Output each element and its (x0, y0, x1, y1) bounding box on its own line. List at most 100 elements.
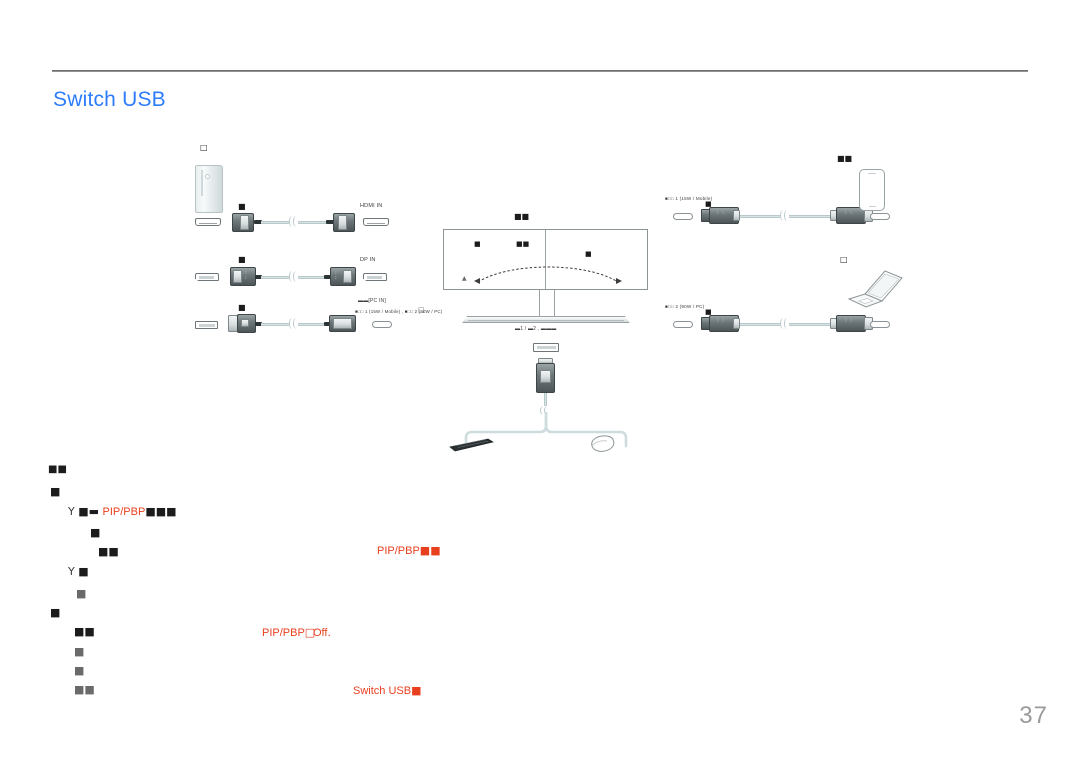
center-monitor-group: ■■ ■ ■■ ■ ▲ □ ▬1 / ▬2 , ▬▬▬ (418, 212, 660, 452)
monitor-marker: ■■ (514, 212, 530, 221)
monitor-usb-port-icon (533, 343, 559, 352)
mouse-icon (591, 435, 615, 452)
note-line: ■ (74, 664, 84, 677)
usbc-cable-break-2 (780, 318, 789, 329)
dp-plug-left-pins: :: (245, 270, 248, 281)
note-line: ■ (50, 606, 60, 619)
arrow-left-end-marker: ▲ (462, 275, 467, 282)
note-line: ■■ (98, 545, 119, 558)
screen-marker-left: ■ (474, 240, 481, 248)
note-segment: ■ (50, 485, 61, 498)
usbc-plug-collar-1 (733, 210, 740, 221)
pc-tower-icon (195, 165, 223, 213)
note-segment: ■■ (98, 545, 119, 558)
usbc-phone-port-icon (870, 213, 890, 220)
note-segment: ■▬ (74, 505, 103, 518)
pc-marker: □ (200, 143, 208, 152)
left-connection-group: □ ■ HDMI IN ■ :::: DP IN ■:: ▬▬[PC I… (190, 143, 442, 345)
inline-reference-text: PIP/PBP (262, 627, 305, 639)
usb-row-marker: ■ (238, 303, 246, 312)
page-number: 37 (1019, 702, 1048, 729)
monitor-stand-label: ▬1 / ▬2 , ▬▬▬ (515, 326, 557, 332)
usbc-plug-pins-1b: : : (845, 210, 853, 216)
hdmi-source-port-icon (195, 218, 221, 226)
note-segment: Y (68, 505, 75, 518)
note-line: Y ■▬ PIP/PBP■■■ (68, 505, 177, 518)
dp-target-port-icon (363, 273, 387, 281)
usb-cable-break-icon (289, 318, 298, 329)
usbc-port2-icon (673, 321, 693, 328)
inline-reference-suffix: . (327, 626, 331, 639)
inline-reference-text: Off (313, 627, 328, 639)
pc-in-label-line2: ■□□ 1 (15W / Mobile) , ■□□ 2 (90W / PC) (355, 309, 443, 314)
keyboard-icon (449, 438, 494, 452)
note-segment: ■■ (74, 683, 95, 696)
page-title: Switch USB (53, 88, 166, 111)
hdmi-target-port-icon (363, 218, 389, 226)
note-line: ■ (90, 526, 100, 539)
header-divider (52, 70, 1028, 72)
note-segment: ■ (50, 606, 61, 619)
note-line: ■ (74, 645, 84, 658)
dp-plug-right-pins: :: (335, 270, 338, 281)
note-segment: ■■ (74, 625, 95, 638)
note-line: ■ (50, 485, 60, 498)
usbc-plug-pins-2: : : (717, 318, 725, 324)
inline-reference-suffix: ■ (411, 684, 422, 697)
note-segment: ■■■ (145, 505, 177, 518)
usbc-plug-pins-2b: : : (845, 318, 853, 324)
inline-reference: PIP/PBP□ (262, 626, 315, 639)
manual-page: Switch USB □ ■ HDMI IN ■:::: DP IN ■… (0, 0, 1080, 763)
inline-reference: Off. (313, 626, 331, 639)
inline-reference: Switch USB■ (353, 684, 421, 697)
note-line: Y ■ (68, 565, 89, 578)
dp-row-marker: ■ (238, 255, 246, 264)
dp-plug-right-face (343, 270, 352, 283)
note-line: ■■ (74, 625, 95, 638)
usbc-plug-collar-2 (733, 318, 740, 329)
right-connection-group: ■□□ 1 (15W / Mobile) ■ : : : : ■■ ■□□ 2 … (665, 150, 903, 340)
screen-marker-mid: ■■ (516, 240, 530, 248)
usbc-plug-pins-1: : : (717, 210, 725, 216)
usbc-target-port-icon (372, 321, 392, 328)
note-segment: ■ (74, 565, 89, 578)
switch-arrow-icon (474, 266, 622, 284)
note-segment: ■ (74, 664, 85, 677)
usbc-cable-break-1 (780, 210, 789, 221)
usbc-laptop-port-icon (870, 321, 890, 328)
phone-icon (859, 169, 885, 211)
pc-in-label-line1: ▬▬[PC IN] (358, 298, 386, 304)
dp-cable-break-icon (289, 271, 298, 282)
inline-reference-text: PIP/PBP (377, 545, 420, 557)
hdmi-row-marker: ■ (238, 202, 246, 211)
dp-in-label: DP IN (360, 257, 376, 263)
hdmi-cable-break-icon (289, 216, 298, 227)
note-segment: ■ (74, 645, 85, 658)
usb-plug-left-face (241, 319, 249, 327)
screen-marker-right: ■ (585, 250, 592, 258)
usb-source-port-icon (195, 321, 218, 329)
hdmi-in-label: HDMI IN (360, 203, 383, 209)
usbc-port2-label: ■□□ 2 (90W / PC) (665, 304, 705, 309)
monitor-base-highlight (468, 320, 624, 321)
dp-plug-left-face (233, 270, 242, 283)
phone-marker: ■■ (837, 154, 853, 163)
note-segment: ■ (90, 526, 101, 539)
note-line: ■■ (74, 683, 95, 696)
hdmi-plug-right-collar (338, 215, 347, 230)
note-segment: PIP/PBP (102, 506, 146, 518)
dp-source-port-icon (195, 273, 219, 281)
monitor-neck (539, 290, 555, 318)
usb-down-plug-face (540, 370, 551, 383)
monitor-side-marker: □ (418, 306, 425, 314)
hdmi-plug-left-collar (240, 215, 249, 230)
inline-reference: PIP/PBP■■ (377, 544, 441, 557)
note-line: ■ (76, 587, 86, 600)
laptop-marker: □ (840, 255, 848, 264)
notes-heading: ■■ (48, 464, 67, 475)
note-segment: ■ (76, 587, 87, 600)
usbc-port1-icon (673, 213, 693, 220)
inline-reference-suffix: ■■ (419, 544, 441, 557)
usb-plug-right-pins: : : (337, 319, 345, 325)
laptop-icon (847, 270, 903, 308)
